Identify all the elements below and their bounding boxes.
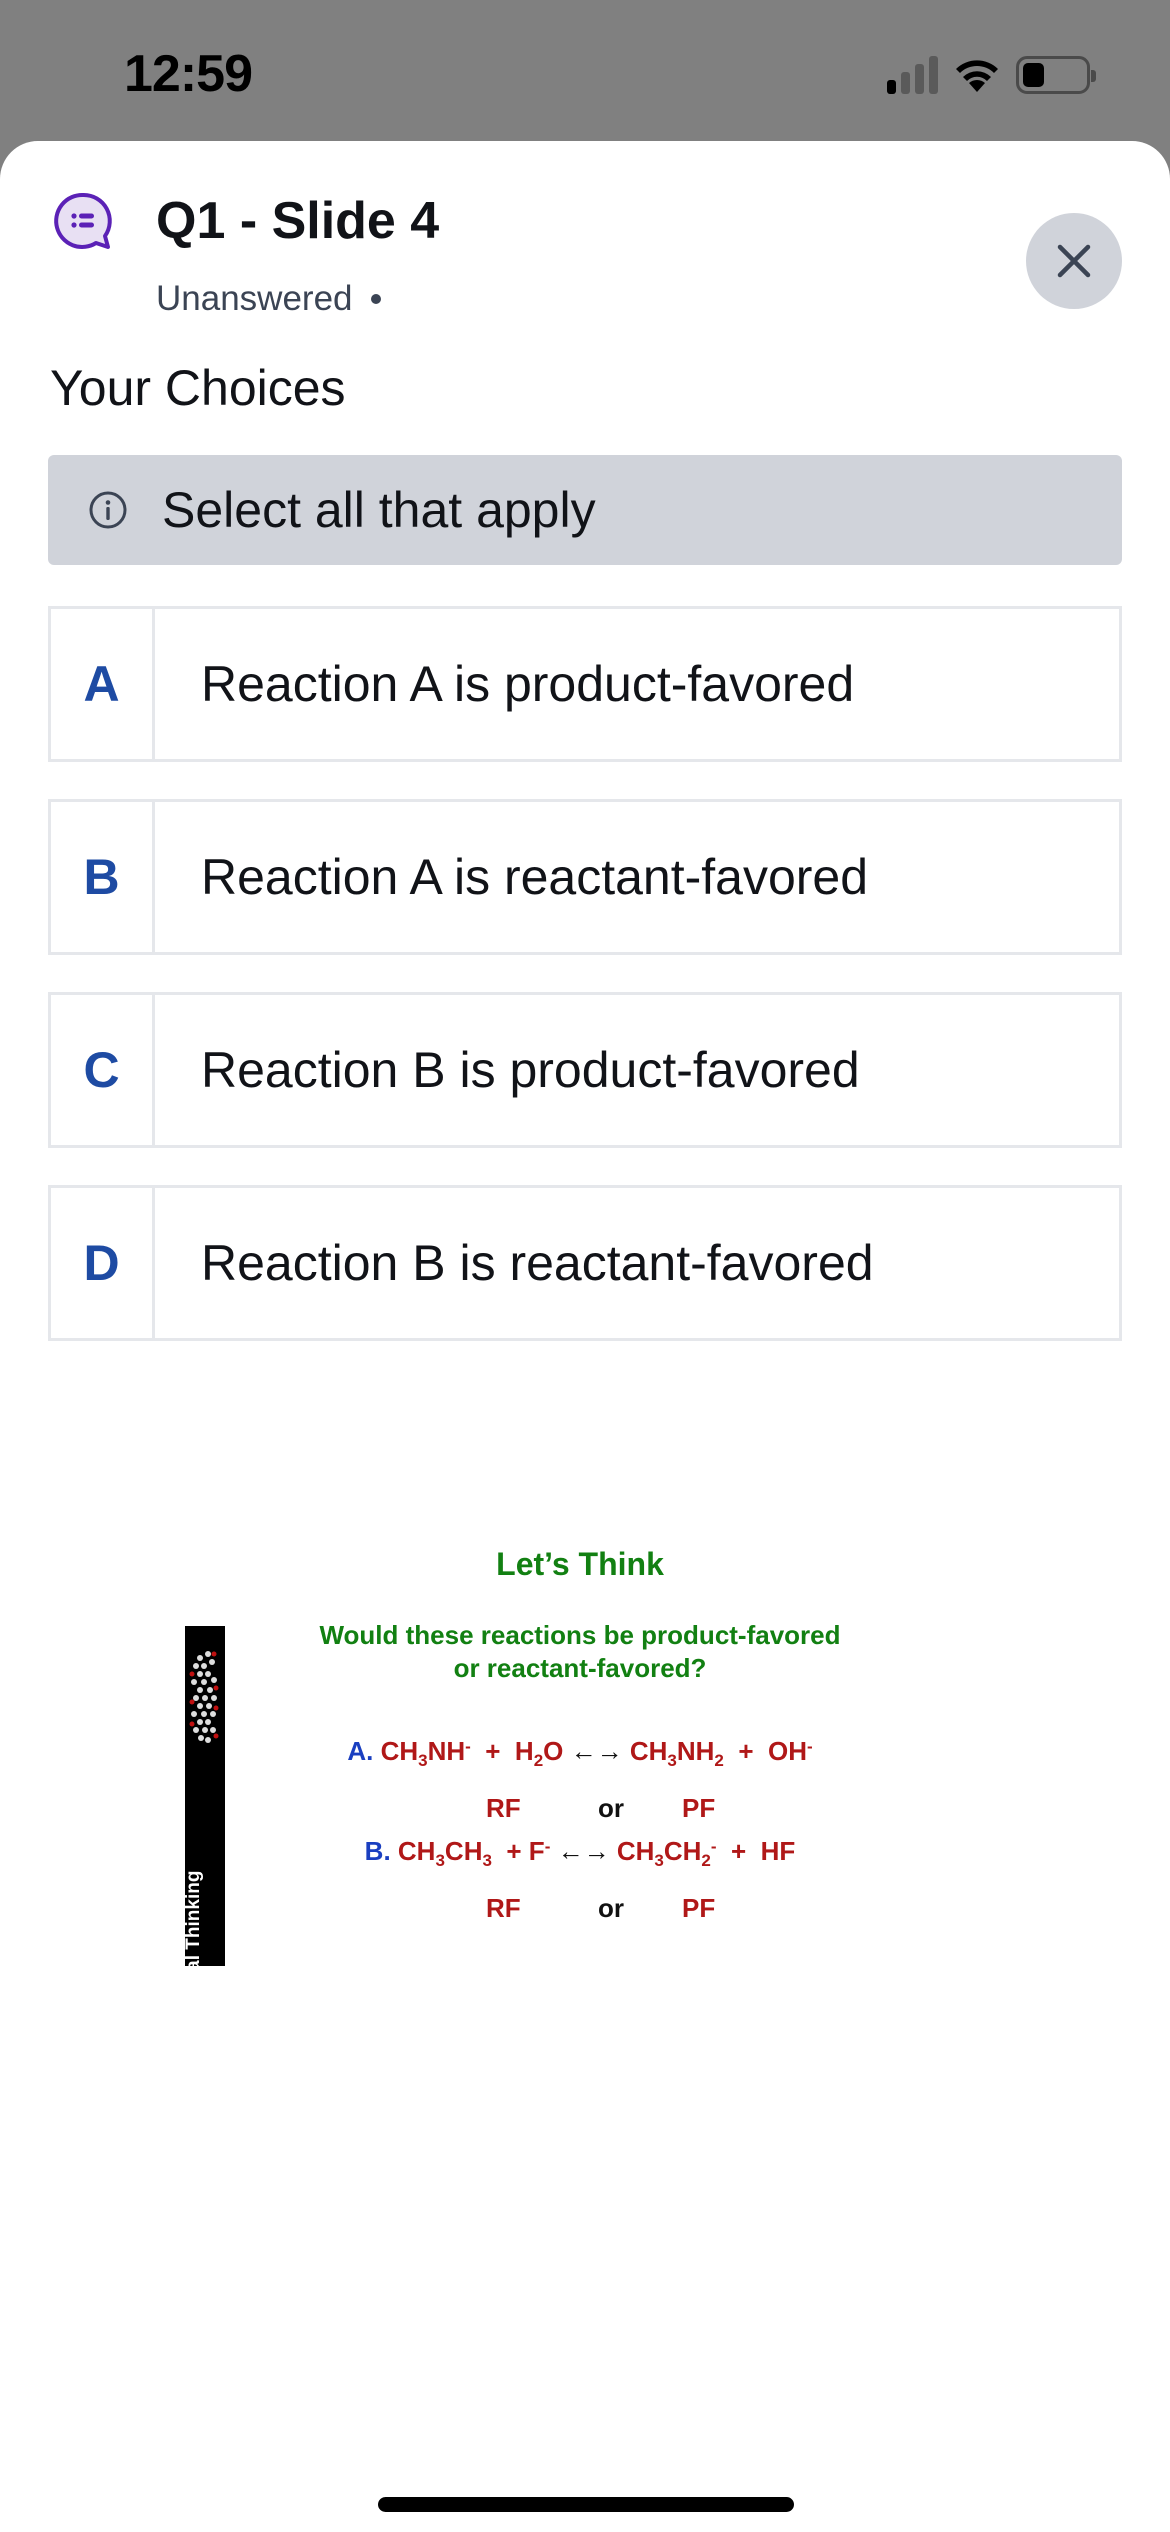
choice-letter: D: [51, 1188, 155, 1338]
status-dot: [370, 294, 381, 304]
reaction-b-label: B.: [364, 1836, 391, 1866]
option-rf: RF: [486, 1793, 521, 1823]
question-sheet: Q1 - Slide 4 Unanswered Your Choices Sel…: [0, 141, 1170, 2532]
section-title: Your Choices: [50, 360, 346, 416]
option-pf: PF: [682, 1793, 716, 1823]
slide-image: Chemical Thinking Let’s Think Would thes…: [180, 1381, 900, 2039]
hint-text: Select all that apply: [162, 482, 596, 538]
choice-b[interactable]: B Reaction A is reactant-favored: [48, 799, 1122, 955]
option-rf: RF: [486, 1893, 521, 1923]
reaction-a-label: A.: [347, 1736, 374, 1766]
choice-text: Reaction B is product-favored: [201, 1042, 860, 1098]
option-pf: PF: [682, 1893, 716, 1923]
wifi-icon: [956, 60, 998, 92]
choice-d[interactable]: D Reaction B is reactant-favored: [48, 1185, 1122, 1341]
choice-letter: C: [51, 995, 155, 1145]
choice-text: Reaction B is reactant-favored: [201, 1235, 874, 1291]
choice-letter: A: [51, 609, 155, 759]
slide-title: Let’s Think: [496, 1546, 664, 1582]
choices-list: A Reaction A is product-favored B Reacti…: [48, 606, 1122, 1378]
cellular-signal-icon: [887, 56, 938, 94]
reaction-a: A. CH3NH- + H2O ←→ CH3NH2 + OH-: [347, 1736, 813, 1770]
battery-icon: [1016, 56, 1096, 94]
slide-question: Would these reactions be product-favored…: [319, 1620, 841, 1683]
home-indicator[interactable]: [378, 2497, 794, 2512]
option-or: or: [598, 1893, 624, 1923]
info-icon: [89, 491, 127, 529]
choice-letter: B: [51, 802, 155, 952]
choice-a[interactable]: A Reaction A is product-favored: [48, 606, 1122, 762]
choice-c[interactable]: C Reaction B is product-favored: [48, 992, 1122, 1148]
option-or: or: [598, 1793, 624, 1823]
reaction-b: B. CH3CH3 + F- ←→ CH3CH2- + HF: [364, 1836, 796, 1870]
choice-text: Reaction A is reactant-favored: [201, 849, 869, 905]
close-button[interactable]: [1026, 213, 1122, 309]
status-label: Unanswered: [156, 279, 353, 318]
close-icon: [1057, 244, 1091, 278]
select-all-hint: Select all that apply: [48, 455, 1122, 565]
choice-text: Reaction A is product-favored: [201, 656, 855, 712]
question-status: Unanswered: [156, 279, 381, 319]
poll-question-icon: [54, 192, 112, 249]
status-icons: [887, 56, 1096, 94]
question-title: Q1 - Slide 4: [156, 192, 440, 250]
status-bar: 12:59: [0, 0, 1170, 140]
status-time: 12:59: [124, 45, 253, 103]
